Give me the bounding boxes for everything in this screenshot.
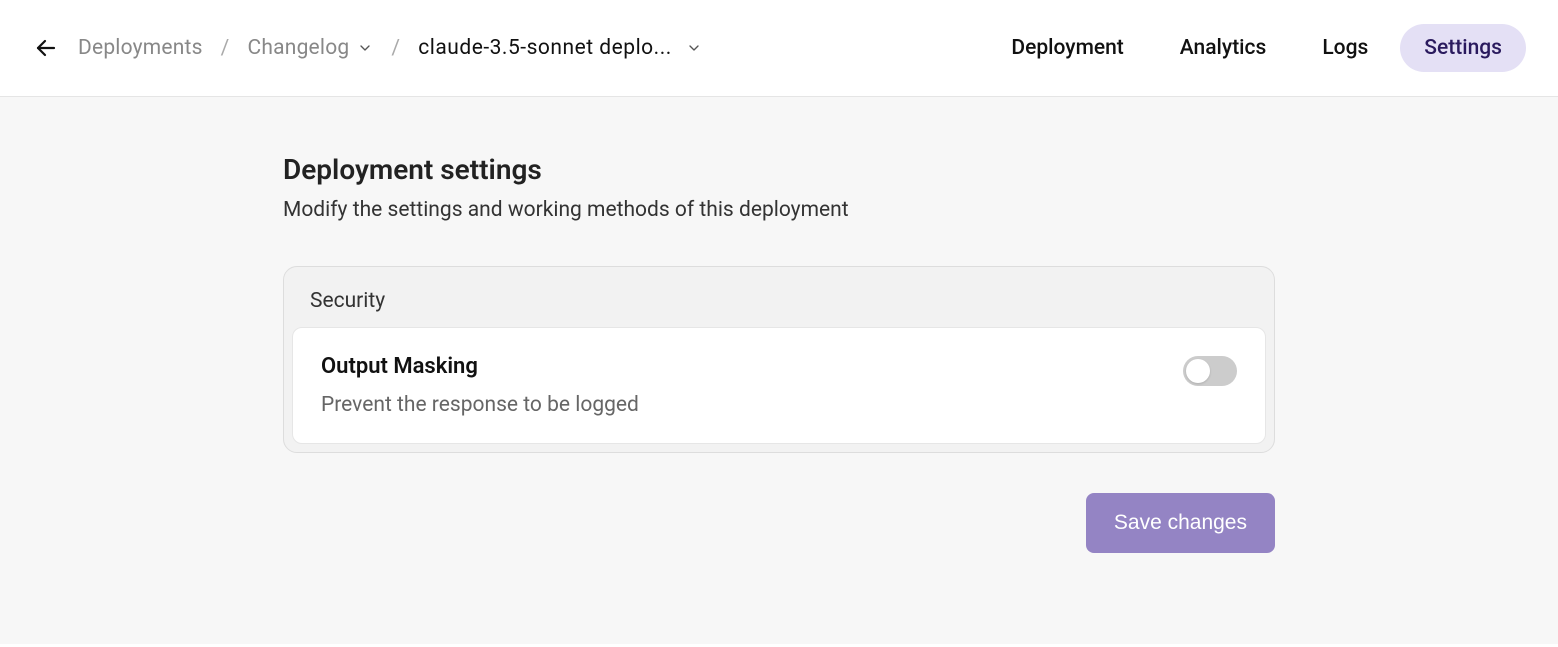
chevron-down-icon [357,40,373,56]
output-masking-row: Output Masking Prevent the response to b… [292,327,1266,444]
page-title: Deployment settings [283,153,1275,186]
arrow-left-icon [34,36,58,60]
output-masking-toggle[interactable] [1183,356,1237,386]
breadcrumb: Deployments / Changelog / claude-3.5-son… [78,36,702,60]
page-subtitle: Modify the settings and working methods … [283,198,1275,222]
back-button[interactable] [32,34,60,62]
output-masking-text: Output Masking Prevent the response to b… [321,354,1159,417]
tab-settings[interactable]: Settings [1400,24,1526,72]
breadcrumb-parent-label: Changelog [248,36,350,60]
header: Deployments / Changelog / claude-3.5-son… [0,0,1558,97]
tabs: Deployment Analytics Logs Settings [987,24,1526,72]
tab-deployment[interactable]: Deployment [987,24,1147,72]
save-changes-button[interactable]: Save changes [1086,493,1275,553]
main-content: Deployment settings Modify the settings … [0,97,1558,644]
breadcrumb-parent[interactable]: Changelog [248,36,374,60]
tab-analytics[interactable]: Analytics [1156,24,1291,72]
breadcrumb-separator: / [391,36,400,60]
security-card: Security Output Masking Prevent the resp… [283,266,1275,453]
breadcrumb-separator: / [221,36,230,60]
output-masking-description: Prevent the response to be logged [321,393,1159,417]
content-container: Deployment settings Modify the settings … [267,153,1291,553]
tab-logs[interactable]: Logs [1298,24,1392,72]
security-section-title: Security [284,267,1274,327]
breadcrumb-current[interactable]: claude-3.5-sonnet deplo... [418,36,702,60]
actions-row: Save changes [283,493,1275,553]
breadcrumb-current-label: claude-3.5-sonnet deplo... [418,36,672,60]
toggle-knob [1186,359,1210,383]
breadcrumb-root[interactable]: Deployments [78,36,203,60]
output-masking-title: Output Masking [321,354,1159,379]
chevron-down-icon [686,40,702,56]
